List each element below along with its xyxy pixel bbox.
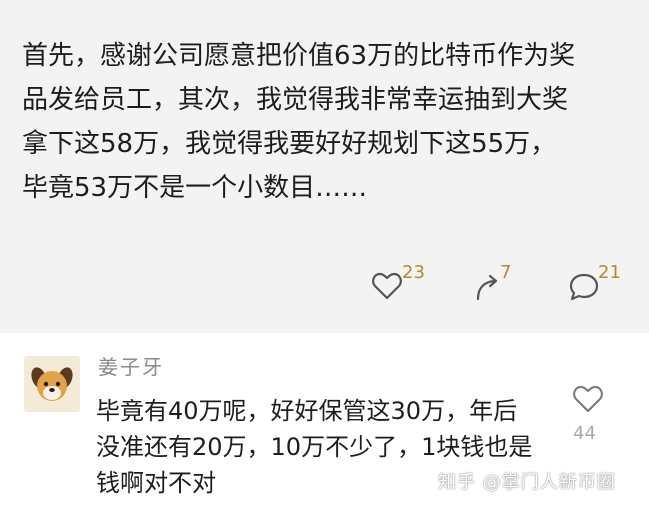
comment-count: 21 — [598, 262, 621, 283]
share-arrow-icon[interactable] — [474, 272, 502, 302]
reply-like-action[interactable]: 44 — [570, 385, 610, 465]
reply-username[interactable]: 姜子牙 — [98, 351, 164, 380]
like-action[interactable]: 23 — [372, 262, 432, 306]
reply-like-count: 44 — [573, 423, 596, 444]
share-count: 7 — [500, 262, 512, 283]
like-count: 23 — [402, 262, 425, 283]
comment-action[interactable]: 21 — [568, 262, 628, 306]
heart-icon[interactable] — [372, 272, 402, 300]
heart-outline-icon[interactable] — [573, 385, 603, 413]
post-card: 首先，感谢公司愿意把价值63万的比特币作为奖 品发给员工，其次，我觉得我非常幸运… — [0, 0, 649, 333]
dog-avatar-icon[interactable] — [24, 356, 80, 412]
share-action[interactable]: 7 — [474, 262, 524, 306]
watermark: 知乎 @掌门人新币圈 — [438, 472, 616, 493]
post-text: 首先，感谢公司愿意把价值63万的比特币作为奖 品发给员工，其次，我觉得我非常幸运… — [22, 41, 576, 203]
comment-bubble-icon[interactable] — [568, 272, 600, 302]
